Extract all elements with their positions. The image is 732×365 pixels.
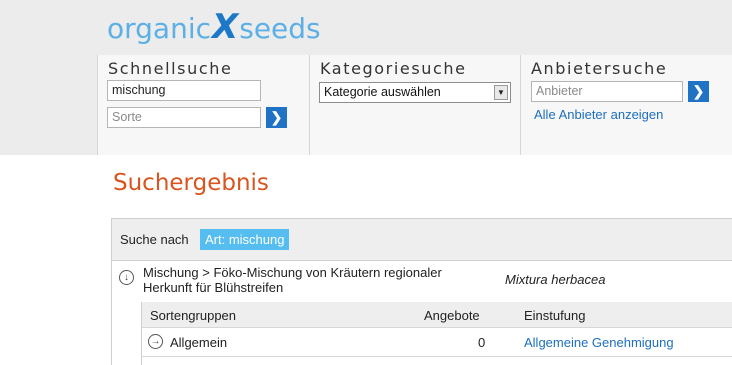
category-search-panel: Kategoriesuche Kategorie auswählen ▼ [309,55,520,155]
page-title: Suchergebnis [113,170,269,196]
quick-search-go-button[interactable]: ❯ [266,107,287,128]
search-filter-bar: Suche nach Art: mischung [112,219,732,261]
category-select-value: Kategorie auswählen [324,85,441,99]
logo-text-organic: organic [107,12,212,45]
category-search-title: Kategoriesuche [320,59,467,78]
site-header: organic X seeds Schnellsuche mischung So… [0,0,732,155]
quick-search-title: Schnellsuche [108,59,233,78]
site-logo[interactable]: organic X seeds [107,4,321,44]
column-header-groups: Sortengruppen [150,308,237,323]
group-name: Allgemein [170,335,228,350]
dropdown-arrow-icon[interactable]: ▼ [494,85,508,100]
chevron-right-icon: ❯ [692,83,705,99]
logo-x: X [212,7,239,47]
species-input[interactable]: mischung [107,80,261,101]
supplier-input[interactable]: Anbieter [531,81,683,102]
classification-link[interactable]: Allgemeine Genehmigung [524,335,674,350]
results-panel: Suche nach Art: mischung ↓ Mischung > Fö… [111,218,732,365]
arrow-right-circle-icon[interactable]: → [148,334,163,349]
variety-groups-table: Sortengruppen Angebote Einstufung → Allg… [141,302,732,365]
row-divider [142,356,732,357]
expand-down-icon[interactable]: ↓ [119,270,134,285]
offers-count: 0 [478,335,486,350]
latin-name: Mixtura herbacea [505,272,606,287]
search-by-label: Suche nach [120,232,189,247]
category-result-row[interactable]: ↓ Mischung > Föko-Mischung von Kräutern … [112,261,732,299]
all-suppliers-link[interactable]: Alle Anbieter anzeigen [534,107,663,122]
category-path[interactable]: Mischung > Föko-Mischung von Kräutern re… [143,265,483,295]
table-row[interactable]: → Allgemein 0 Allgemeine Genehmigung [142,329,732,355]
supplier-search-title: Anbietersuche [531,59,668,78]
category-select[interactable]: Kategorie auswählen ▼ [319,82,511,103]
supplier-search-go-button[interactable]: ❯ [688,81,709,102]
logo-text-seeds: seeds [239,12,321,45]
column-header-classification: Einstufung [524,308,586,323]
quick-search-panel: Schnellsuche mischung Sorte ❯ [97,55,309,155]
supplier-search-panel: Anbietersuche Anbieter ❯ Alle Anbieter a… [520,55,732,155]
table-header-row: Sortengruppen Angebote Einstufung [142,302,732,328]
search-filter-tag[interactable]: Art: mischung [200,229,290,250]
chevron-right-icon: ❯ [270,109,283,125]
column-header-offers: Angebote [424,308,480,323]
variety-input[interactable]: Sorte [107,107,261,128]
